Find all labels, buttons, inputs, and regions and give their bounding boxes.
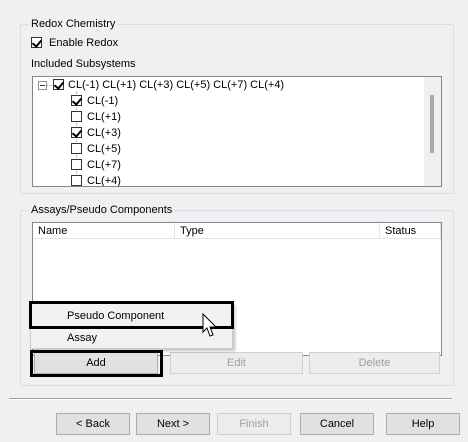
tree-item-checkbox[interactable] xyxy=(71,175,82,186)
tree-item-checkbox[interactable] xyxy=(71,159,82,170)
tree-item-checkbox[interactable] xyxy=(71,127,82,138)
enable-redox-checkbox[interactable] xyxy=(31,37,42,48)
mouse-pointer-icon xyxy=(202,313,218,337)
bottom-separator xyxy=(9,398,452,400)
cancel-button[interactable]: Cancel xyxy=(300,413,374,435)
tree-root-label: CL(-1) CL(+1) CL(+3) CL(+5) CL(+7) CL(+4… xyxy=(68,79,285,91)
tree-item-checkbox[interactable] xyxy=(71,143,82,154)
subsystems-tree[interactable]: CL(-1) CL(+1) CL(+3) CL(+5) CL(+7) CL(+4… xyxy=(32,76,442,187)
tree-item-checkbox[interactable] xyxy=(71,95,82,106)
tree-item-label: CL(+3) xyxy=(87,127,121,139)
add-button-highlight xyxy=(30,350,163,377)
back-button[interactable]: < Back xyxy=(56,413,130,435)
tree-vertical-scrollbar[interactable] xyxy=(424,77,441,186)
tree-item-checkbox[interactable] xyxy=(71,111,82,122)
tree-item-label: CL(+1) xyxy=(87,111,121,123)
tree-item-label: CL(+4) xyxy=(87,175,121,187)
tree-item-label: CL(+7) xyxy=(87,159,121,171)
tree-item-label: CL(+5) xyxy=(87,143,121,155)
column-header-name[interactable]: Name xyxy=(33,223,175,239)
tree-root-checkbox[interactable] xyxy=(53,79,64,90)
redox-chemistry-title: Redox Chemistry xyxy=(29,18,118,31)
finish-button[interactable]: Finish xyxy=(217,413,291,435)
column-header-type[interactable]: Type xyxy=(175,223,380,239)
tree-item-label: CL(-1) xyxy=(87,95,119,107)
scrollbar-thumb[interactable] xyxy=(430,95,434,153)
assays-title: Assays/Pseudo Components xyxy=(29,204,175,217)
help-button[interactable]: Help xyxy=(386,413,460,435)
delete-button[interactable]: Delete xyxy=(309,352,440,374)
edit-button[interactable]: Edit xyxy=(170,352,303,374)
collapse-toggle-icon[interactable] xyxy=(38,81,47,90)
included-subsystems-label: Included Subsystems xyxy=(31,58,136,70)
enable-redox-label: Enable Redox xyxy=(49,37,119,49)
column-header-status[interactable]: Status xyxy=(380,223,441,239)
next-button[interactable]: Next > xyxy=(136,413,210,435)
